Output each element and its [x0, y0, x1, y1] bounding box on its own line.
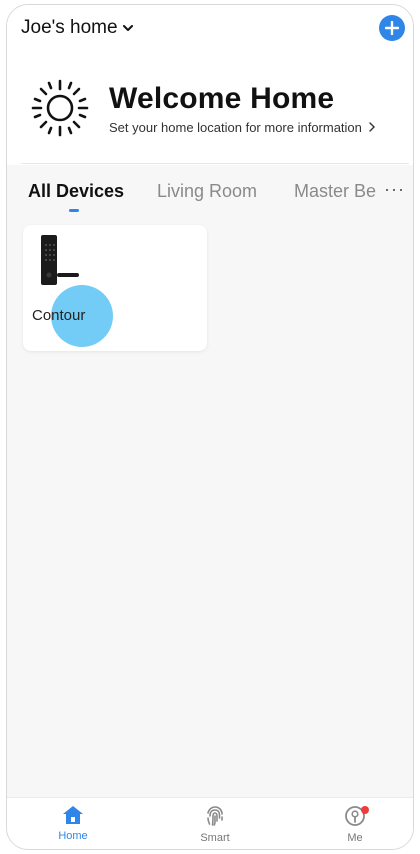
plus-icon: [385, 21, 399, 35]
header-area: Joe's home Welcome Home Set your home lo…: [7, 5, 413, 165]
home-selector[interactable]: Joe's home: [21, 17, 134, 39]
add-device-button[interactable]: [379, 15, 405, 41]
welcome-subtitle-text: Set your home location for more informat…: [109, 119, 362, 135]
tab-master-bedroom[interactable]: Master Be: [294, 181, 376, 202]
nav-smart-label: Smart: [200, 832, 230, 844]
device-name: Contour: [32, 307, 86, 324]
nav-home[interactable]: Home: [43, 804, 103, 842]
divider: [21, 163, 409, 164]
home-icon: [63, 806, 83, 824]
app-screen: Joe's home Welcome Home Set your home lo…: [6, 4, 414, 850]
chevron-right-icon: [369, 122, 375, 132]
welcome-title: Welcome Home: [109, 81, 335, 115]
nav-me[interactable]: Me: [325, 804, 385, 844]
welcome-subtitle[interactable]: Set your home location for more informat…: [109, 120, 376, 135]
active-tab-indicator: [69, 209, 79, 212]
notification-dot: [361, 806, 369, 814]
door-lock-icon: [41, 235, 79, 285]
welcome-banner[interactable]: Welcome Home Set your home location for …: [29, 77, 376, 139]
nav-home-label: Home: [58, 830, 88, 842]
chevron-down-icon: [122, 25, 133, 31]
fingerprint-icon: [207, 806, 223, 826]
home-name: Joe's home: [21, 17, 118, 38]
room-tabs: All Devices Living Room Master Be ···: [7, 165, 413, 221]
bottom-nav: Home Smart Me: [7, 797, 413, 849]
tab-living-room[interactable]: Living Room: [157, 181, 257, 202]
tab-all-devices[interactable]: All Devices: [28, 181, 124, 202]
welcome-text: Welcome Home Set your home location for …: [109, 82, 376, 135]
sun-icon: [31, 79, 89, 137]
nav-smart[interactable]: Smart: [185, 804, 245, 844]
more-tabs-button[interactable]: ···: [384, 179, 405, 200]
nav-me-label: Me: [347, 832, 363, 844]
device-card[interactable]: Contour: [23, 225, 207, 351]
